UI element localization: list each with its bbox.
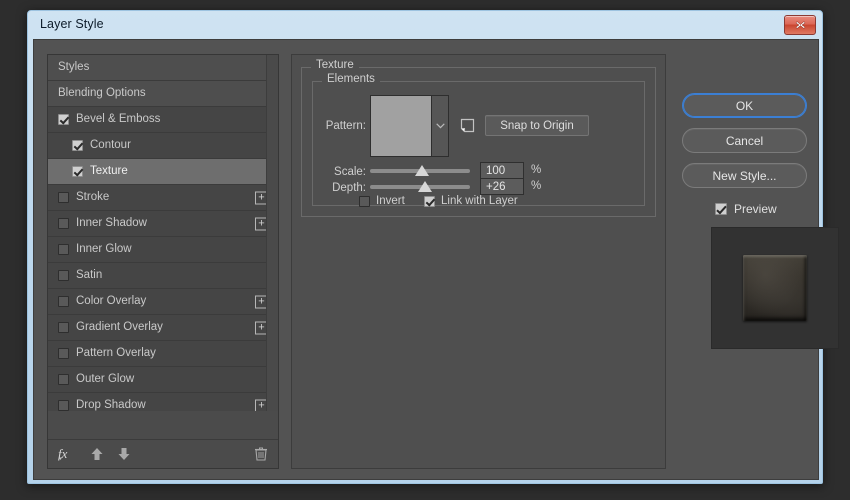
cancel-button[interactable]: Cancel <box>682 128 807 153</box>
style-row-label: Styles <box>58 60 90 73</box>
pattern-dropdown-button[interactable] <box>432 95 449 157</box>
style-row-blending-options[interactable]: Blending Options <box>48 81 278 107</box>
style-row-bevel-emboss[interactable]: Bevel & Emboss <box>48 107 278 133</box>
style-row-checkbox[interactable] <box>58 244 69 255</box>
styles-toolbar: fx <box>48 439 278 468</box>
snap-to-origin-label: Snap to Origin <box>500 119 574 132</box>
style-row-label: Contour <box>90 138 131 151</box>
style-row-label: Drop Shadow <box>76 398 146 411</box>
invert-checkbox[interactable]: Invert <box>359 195 405 207</box>
style-row-checkbox[interactable] <box>58 400 69 411</box>
dialog-title: Layer Style <box>40 17 104 31</box>
style-row-label: Inner Shadow <box>76 216 147 229</box>
texture-options-panel: Texture Elements Pattern: Snap to Origin… <box>291 54 666 469</box>
style-row-gradient-overlay[interactable]: Gradient Overlay + <box>48 315 278 341</box>
styles-list-empty-area <box>48 411 278 439</box>
snap-to-origin-button[interactable]: Snap to Origin <box>485 115 589 136</box>
desktop-background: Layer Style Styles Blending Options Bevel … <box>0 0 850 500</box>
style-row-checkbox[interactable] <box>58 348 69 359</box>
invert-label: Invert <box>376 195 405 207</box>
close-button[interactable] <box>784 15 816 35</box>
style-row-label: Stroke <box>76 190 110 203</box>
style-row-inner-shadow[interactable]: Inner Shadow + <box>48 211 278 237</box>
style-row-label: Inner Glow <box>76 242 132 255</box>
cancel-button-label: Cancel <box>725 133 764 148</box>
link-with-layer-checkbox-box <box>424 195 435 207</box>
elements-group: Elements Pattern: Snap to Origin Scale: … <box>312 73 645 207</box>
style-row-label: Satin <box>76 268 103 281</box>
chevron-down-icon <box>435 123 445 129</box>
preview-checkbox[interactable]: Preview <box>715 202 777 216</box>
style-row-label: Gradient Overlay <box>76 320 163 333</box>
arrow-up-icon[interactable] <box>90 446 104 462</box>
right-panel: OK Cancel New Style... Preview <box>679 54 839 469</box>
trash-icon[interactable] <box>254 446 268 462</box>
style-row-color-overlay[interactable]: Color Overlay + <box>48 289 278 315</box>
styles-scrollbar[interactable] <box>266 55 278 411</box>
style-row-drop-shadow[interactable]: Drop Shadow + <box>48 393 278 411</box>
styles-list: Styles Blending Options Bevel & Emboss Cont… <box>48 55 278 411</box>
style-row-checkbox[interactable] <box>58 270 69 281</box>
depth-label: Depth: <box>332 182 366 194</box>
new-preset-icon[interactable] <box>460 118 475 133</box>
style-row-checkbox[interactable] <box>58 114 69 125</box>
style-row-label: Texture <box>90 164 128 177</box>
arrow-down-icon[interactable] <box>117 446 131 462</box>
depth-unit: % <box>531 180 542 192</box>
style-row-styles[interactable]: Styles <box>48 55 278 81</box>
ok-button-label: OK <box>735 98 754 113</box>
styles-panel: Styles Blending Options Bevel & Emboss Cont… <box>47 54 279 469</box>
layer-style-dialog: Layer Style Styles Blending Options Bevel … <box>27 10 839 484</box>
style-row-checkbox[interactable] <box>58 296 69 307</box>
scale-input[interactable]: 100 <box>480 162 524 179</box>
elements-group-title: Elements <box>322 73 380 86</box>
dialog-titlebar[interactable]: Layer Style <box>28 11 822 40</box>
preview-swatch <box>743 255 807 321</box>
invert-checkbox-box <box>359 195 370 207</box>
pattern-label: Pattern: <box>325 120 366 132</box>
link-with-layer-checkbox[interactable]: Link with Layer <box>424 195 518 207</box>
scale-slider-thumb[interactable] <box>415 165 429 176</box>
texture-group: Texture Elements Pattern: Snap to Origin… <box>301 59 656 217</box>
pattern-swatch[interactable] <box>370 95 432 157</box>
scale-label: Scale: <box>334 166 366 178</box>
ok-button[interactable]: OK <box>682 93 807 118</box>
style-row-label: Pattern Overlay <box>76 346 156 359</box>
pattern-thumbnail-icon <box>371 96 431 156</box>
preview-checkbox-box <box>715 203 727 215</box>
style-row-checkbox[interactable] <box>58 218 69 229</box>
new-style-button[interactable]: New Style... <box>682 163 807 188</box>
preview-label: Preview <box>734 202 777 216</box>
style-row-texture[interactable]: Texture <box>48 159 278 185</box>
preview-thumbnail <box>711 227 839 349</box>
style-row-outer-glow[interactable]: Outer Glow <box>48 367 278 393</box>
texture-group-title: Texture <box>311 59 359 72</box>
style-row-satin[interactable]: Satin <box>48 263 278 289</box>
fx-icon[interactable]: fx <box>57 446 77 462</box>
style-row-checkbox[interactable] <box>72 140 83 151</box>
style-row-label: Bevel & Emboss <box>76 112 161 125</box>
style-row-checkbox[interactable] <box>58 192 69 203</box>
style-row-checkbox[interactable] <box>72 166 83 177</box>
style-row-label: Blending Options <box>58 86 146 99</box>
scale-unit: % <box>531 164 542 176</box>
depth-input[interactable]: +26 <box>480 178 524 195</box>
style-row-stroke[interactable]: Stroke + <box>48 185 278 211</box>
style-row-checkbox[interactable] <box>58 322 69 333</box>
link-with-layer-label: Link with Layer <box>441 195 518 207</box>
depth-slider-thumb[interactable] <box>418 181 432 192</box>
style-row-contour[interactable]: Contour <box>48 133 278 159</box>
dialog-body: Styles Blending Options Bevel & Emboss Cont… <box>33 39 839 480</box>
style-row-label: Color Overlay <box>76 294 147 307</box>
style-row-pattern-overlay[interactable]: Pattern Overlay <box>48 341 278 367</box>
new-style-button-label: New Style... <box>712 168 777 183</box>
close-icon <box>795 21 805 29</box>
style-row-label: Outer Glow <box>76 372 135 385</box>
style-row-inner-glow[interactable]: Inner Glow <box>48 237 278 263</box>
svg-text:fx: fx <box>58 446 68 461</box>
style-row-checkbox[interactable] <box>58 374 69 385</box>
